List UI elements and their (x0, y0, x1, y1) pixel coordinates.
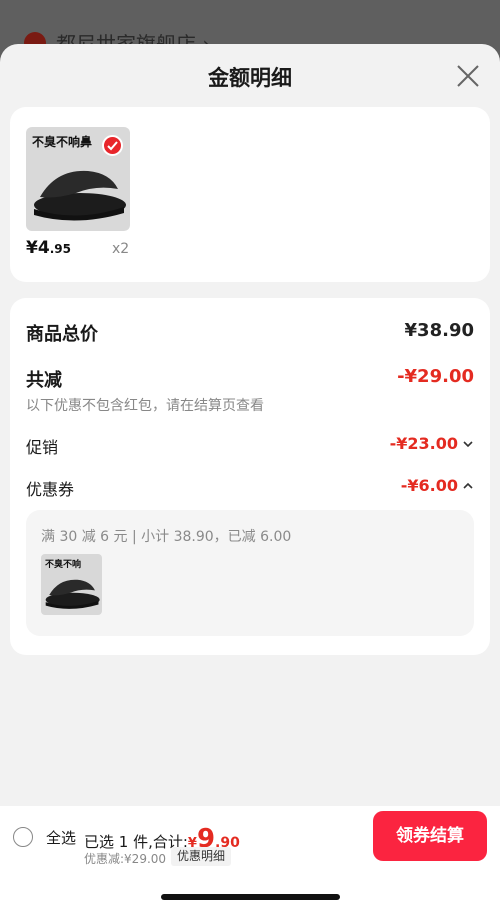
checkout-bar: 全选 已选 1 件,合计:¥9.90 优惠减:¥29.00 优惠明细 领券结算 (0, 806, 500, 910)
product-quantity: x2 (112, 241, 130, 257)
chevron-up-icon[interactable] (462, 478, 474, 494)
promotion-label: 促销 (26, 438, 59, 457)
select-all-radio[interactable] (13, 827, 33, 847)
price-symbol: ¥ (26, 238, 38, 258)
discount-amount: 优惠减:¥29.00 (84, 852, 167, 866)
coupon-value: -¥6.00 (400, 476, 458, 495)
product-card: 不臭不响鼻 ¥4.95 x2 (10, 107, 490, 282)
slipper-image-small (45, 579, 100, 609)
coupon-row[interactable]: 优惠券 -¥6.00 (26, 476, 474, 504)
promotion-row[interactable]: 促销 -¥23.00 (26, 434, 474, 462)
total-reduce-row: 共减 -¥29.00 (26, 366, 474, 394)
coupon-detail-box: 满 30 减 6 元 | 小计 38.90，已减 6.00 不臭不响 (26, 510, 474, 636)
product-thumbnail[interactable]: 不臭不响鼻 (26, 127, 130, 231)
coupon-product-thumbnail: 不臭不响 (41, 554, 102, 615)
product-price: ¥4.95 (26, 238, 71, 258)
selected-check-icon (102, 135, 123, 156)
sheet-title: 金额明细 (208, 66, 292, 90)
chevron-down-icon[interactable] (462, 436, 474, 452)
price-summary-card: 商品总价 ¥38.90 共减 -¥29.00 以下优惠不包含红包，请在结算页查看… (10, 298, 490, 655)
total-price-row: 商品总价 ¥38.90 (26, 320, 474, 348)
amount-detail-sheet: 金额明细 不臭不响鼻 ¥4.95 x2 商品总价 ¥38.90 共减 -¥29.… (0, 44, 500, 910)
total-price-value: ¥38.90 (404, 320, 474, 341)
coupon-description: 满 30 减 6 元 | 小计 38.90，已减 6.00 (41, 529, 292, 545)
total-reduce-value: -¥29.00 (397, 366, 474, 387)
checkout-button[interactable]: 领券结算 (373, 811, 487, 861)
close-icon[interactable] (456, 64, 480, 88)
promotion-value: -¥23.00 (389, 434, 458, 453)
price-integer: 4 (37, 238, 50, 258)
total-price-label: 商品总价 (26, 324, 98, 345)
price-decimal: .95 (49, 242, 71, 256)
discount-detail-button[interactable]: 优惠明细 (171, 847, 232, 866)
select-all-label[interactable]: 全选 (46, 827, 76, 848)
total-reduce-label: 共减 (26, 370, 62, 391)
coupon-label: 优惠券 (26, 480, 75, 499)
redpacket-note: 以下优惠不包含红包，请在结算页查看 (26, 398, 264, 414)
home-indicator[interactable] (161, 894, 340, 900)
